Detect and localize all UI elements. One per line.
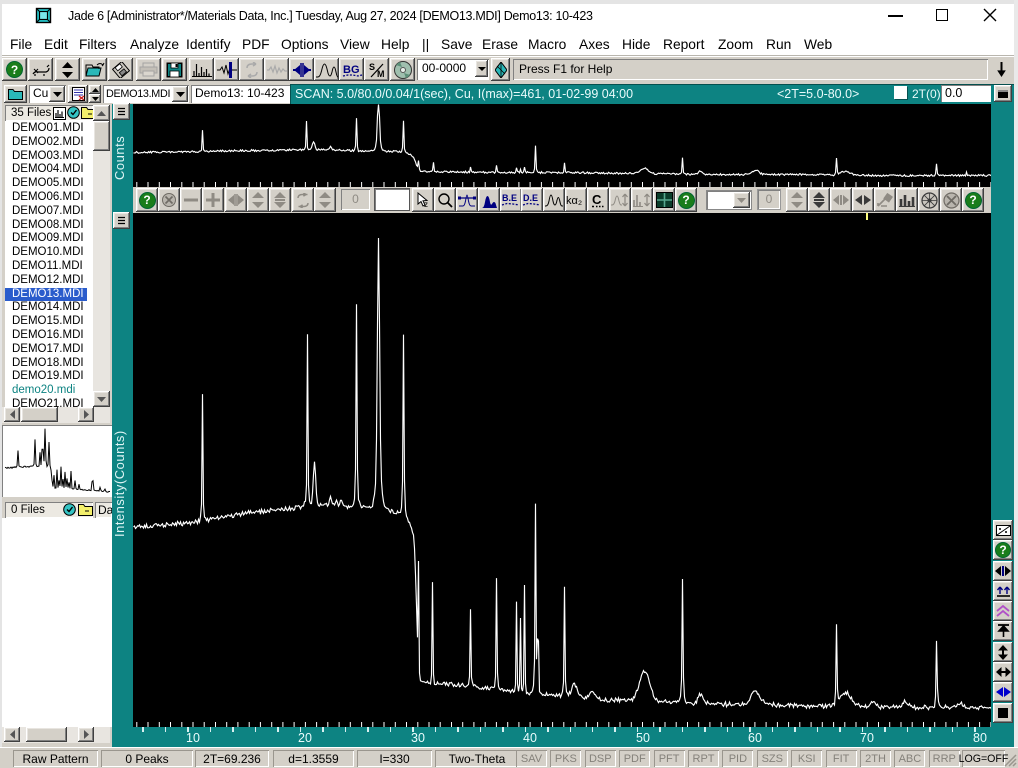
svg-text:S: S — [369, 62, 375, 72]
svg-text:M: M — [377, 69, 385, 78]
svg-text:C: C — [592, 192, 602, 207]
svg-text:z: z — [424, 200, 428, 208]
svg-text:D.E: D.E — [523, 193, 538, 203]
svg-text:BG: BG — [343, 64, 360, 76]
svg-text:kα₂: kα₂ — [566, 195, 582, 207]
svg-text:B.E: B.E — [502, 193, 517, 203]
